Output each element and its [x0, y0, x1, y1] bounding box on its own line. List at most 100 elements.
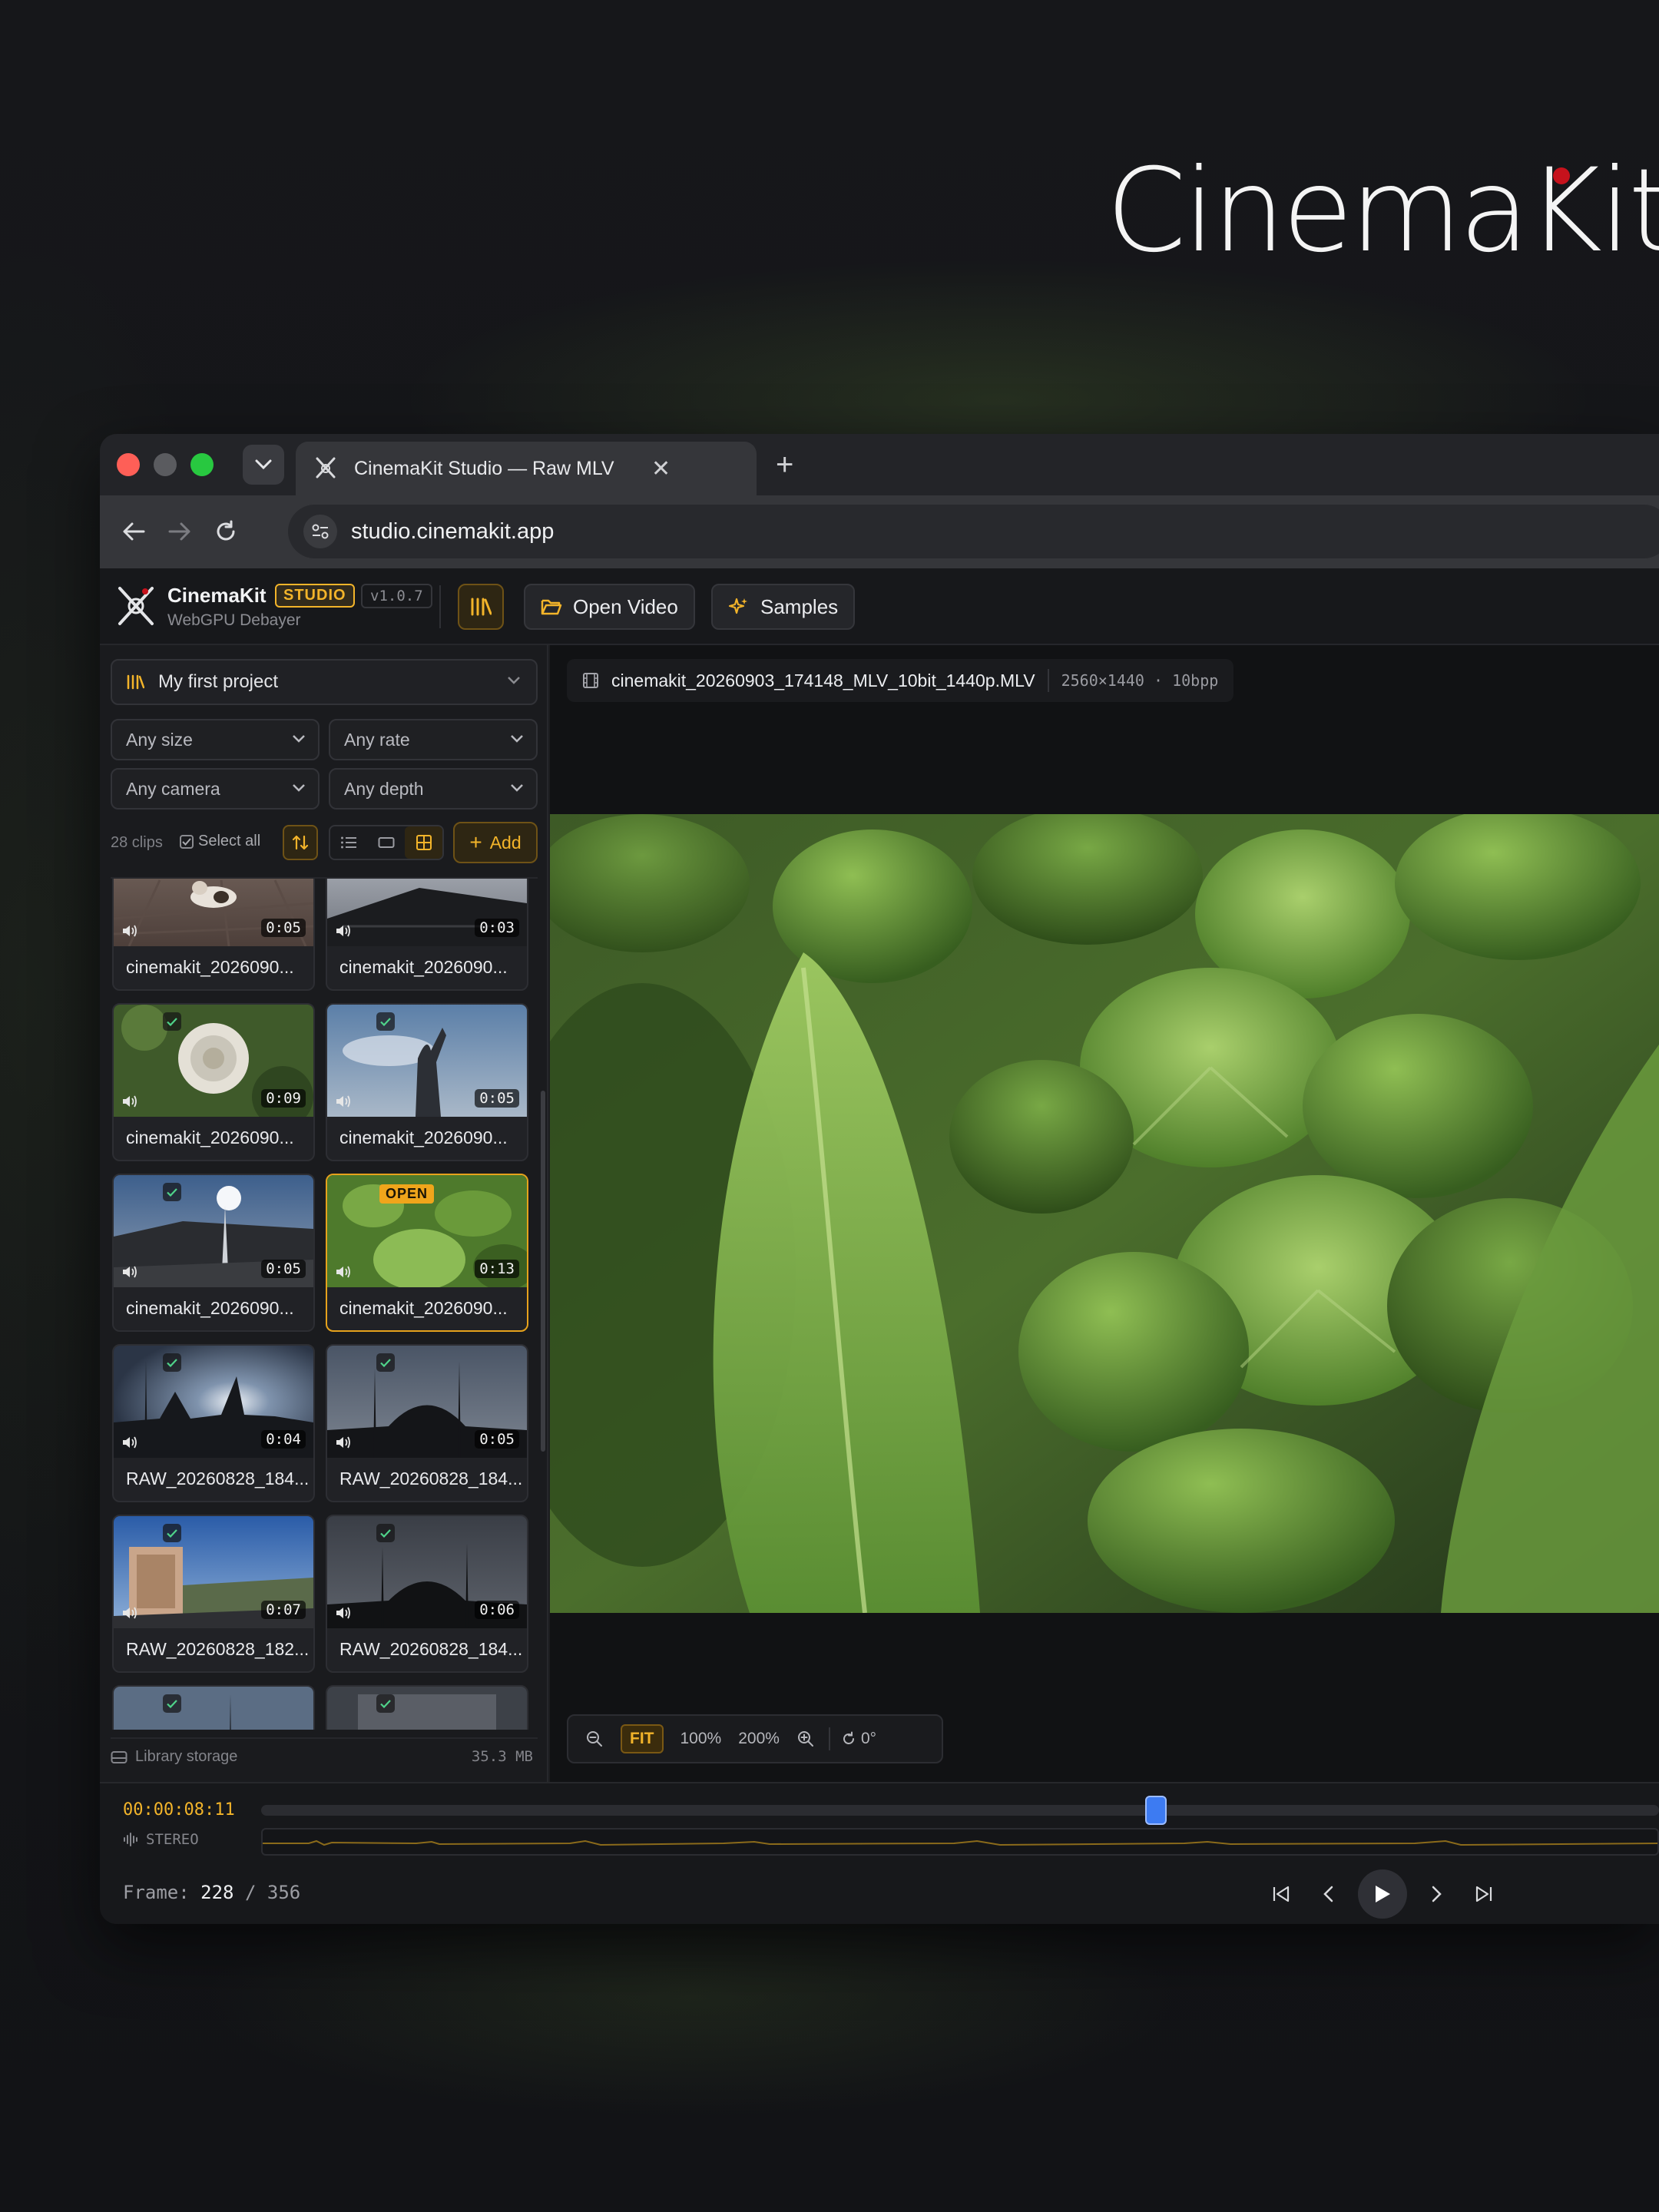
- rotate-icon: [843, 1731, 854, 1744]
- back-button[interactable]: [118, 516, 149, 547]
- clip-library-sidebar: My first project Any size Any rate Any c…: [100, 645, 548, 1782]
- rotate-button[interactable]: 0°: [841, 1730, 876, 1748]
- rate-filter-value: Any rate: [344, 729, 410, 750]
- reload-button[interactable]: [210, 516, 241, 547]
- library-button[interactable]: [458, 584, 504, 630]
- clip-card[interactable]: 0:07 RAW_20260828_182...: [112, 1515, 315, 1673]
- address-bar[interactable]: studio.cinemakit.app: [288, 505, 1659, 558]
- clip-name: cinemakit_2026090...: [126, 1128, 294, 1147]
- file-info-chip: cinemakit_20260903_174148_MLV_10bit_1440…: [567, 659, 1234, 702]
- skip-start-icon: [1273, 1886, 1290, 1902]
- clip-card[interactable]: 0:05 cinemakit_2026090...: [326, 1003, 528, 1161]
- chevron-down-icon: [508, 677, 520, 684]
- clip-selected-check-icon[interactable]: [163, 1694, 181, 1713]
- clip-selected-check-icon[interactable]: [376, 1524, 395, 1542]
- clip-selected-check-icon[interactable]: [163, 1353, 181, 1372]
- zoom-in-button[interactable]: [796, 1730, 815, 1748]
- add-label: Add: [489, 832, 522, 853]
- folder-open-icon: [541, 599, 562, 615]
- clip-card[interactable]: [326, 1685, 528, 1730]
- clip-card[interactable]: 0:03 cinemakit_2026090...: [326, 879, 528, 991]
- browser-tabbar: CinemaKit Studio — Raw MLV ✕ +: [100, 434, 1659, 495]
- clip-selected-check-icon[interactable]: [376, 1694, 395, 1713]
- minimize-window-button[interactable]: [154, 453, 177, 476]
- skip-to-start-button[interactable]: [1267, 1880, 1295, 1908]
- clip-grid-scrollbar[interactable]: [541, 1091, 545, 1452]
- zoom-out-button[interactable]: [585, 1730, 604, 1748]
- sort-button[interactable]: [283, 825, 318, 860]
- clip-selected-check-icon[interactable]: [376, 1353, 395, 1372]
- chevron-left-icon: [1323, 1886, 1333, 1902]
- storage-value: 35.3 MB: [471, 1748, 533, 1765]
- clip-selected-check-icon[interactable]: [163, 1012, 181, 1031]
- clip-selected-check-icon[interactable]: [376, 1012, 395, 1031]
- play-button[interactable]: [1358, 1869, 1407, 1919]
- clip-name: cinemakit_2026090...: [339, 957, 508, 977]
- scrub-track[interactable]: [261, 1805, 1659, 1816]
- next-frame-button[interactable]: [1422, 1880, 1450, 1908]
- project-select[interactable]: My first project: [111, 659, 538, 705]
- zoom-out-icon: [587, 1731, 602, 1747]
- samples-button[interactable]: Samples: [711, 584, 856, 630]
- clip-card-open[interactable]: OPEN 0:13 cinemakit_2026090...: [326, 1174, 528, 1332]
- clip-card[interactable]: 0:05 RAW_20260828_184...: [326, 1344, 528, 1502]
- storage-label: Library storage: [135, 1748, 238, 1765]
- single-view-button[interactable]: [368, 826, 406, 859]
- zoom-100-button[interactable]: 100%: [680, 1730, 722, 1748]
- clip-card[interactable]: 0:06 RAW_20260828_184...: [326, 1515, 528, 1673]
- clip-duration: 0:06: [475, 1601, 519, 1619]
- clip-card[interactable]: 0:04 RAW_20260828_184...: [112, 1344, 315, 1502]
- open-video-label: Open Video: [573, 594, 678, 618]
- tab-list-button[interactable]: [243, 445, 284, 485]
- speaker-icon: [336, 925, 350, 937]
- zoom-in-icon: [797, 1731, 813, 1747]
- audio-waveform: [263, 1839, 1657, 1846]
- open-video-button[interactable]: Open Video: [524, 584, 695, 630]
- clip-selected-check-icon[interactable]: [163, 1524, 181, 1542]
- speaker-icon: [123, 1436, 137, 1449]
- prev-frame-button[interactable]: [1315, 1880, 1343, 1908]
- library-icon: [127, 674, 144, 690]
- clip-card[interactable]: 0:05 cinemakit_2026090...: [112, 879, 315, 991]
- clip-card[interactable]: 0:09 cinemakit_2026090...: [112, 1003, 315, 1161]
- clip-card[interactable]: 0:05 cinemakit_2026090...: [112, 1174, 315, 1332]
- maximize-window-button[interactable]: [190, 453, 214, 476]
- arrow-right-icon: [168, 522, 190, 541]
- zoom-fit-button[interactable]: FIT: [621, 1724, 664, 1753]
- site-settings-icon[interactable]: [303, 515, 337, 548]
- app-subtitle: WebGPU Debayer: [167, 611, 301, 629]
- frame-separator: /: [244, 1882, 257, 1903]
- skip-to-end-button[interactable]: [1470, 1880, 1498, 1908]
- chevron-down-icon: [255, 459, 272, 470]
- new-tab-button[interactable]: +: [776, 448, 793, 482]
- video-viewer: cinemakit_20260903_174148_MLV_10bit_1440…: [550, 645, 1659, 1782]
- camera-filter[interactable]: Any camera: [111, 768, 320, 810]
- timeline: 00:00:08:11 STEREO Frame: 228 / 356: [100, 1782, 1659, 1924]
- video-frame[interactable]: [550, 814, 1659, 1613]
- grid-view-button[interactable]: [405, 826, 443, 859]
- depth-filter[interactable]: Any depth: [329, 768, 538, 810]
- app-header: CinemaKit STUDIO v1.0.7 WebGPU Debayer O…: [100, 568, 1659, 645]
- clip-duration: 0:05: [261, 1260, 306, 1278]
- close-window-button[interactable]: [117, 453, 140, 476]
- zoom-toolbar: FIT 100% 200% 0°: [567, 1714, 943, 1763]
- speaker-icon: [336, 1095, 350, 1108]
- clip-selected-check-icon[interactable]: [163, 1183, 181, 1201]
- close-tab-icon[interactable]: ✕: [651, 455, 671, 482]
- playhead-handle[interactable]: [1144, 1796, 1167, 1825]
- arrow-left-icon: [123, 522, 145, 541]
- audio-waveform-track[interactable]: [261, 1828, 1659, 1856]
- zoom-200-button[interactable]: 200%: [738, 1730, 780, 1748]
- forward-button[interactable]: [164, 516, 195, 547]
- speaker-icon: [123, 1095, 137, 1108]
- clip-duration: 0:07: [261, 1601, 306, 1619]
- rate-filter[interactable]: Any rate: [329, 719, 538, 760]
- size-filter[interactable]: Any size: [111, 719, 320, 760]
- select-all-checkbox[interactable]: Select all: [180, 833, 260, 850]
- browser-tab[interactable]: CinemaKit Studio — Raw MLV ✕: [296, 442, 757, 495]
- clip-duration: 0:05: [475, 1089, 519, 1108]
- clip-card[interactable]: [112, 1685, 315, 1730]
- add-clip-button[interactable]: + Add: [453, 822, 538, 863]
- list-view-button[interactable]: [330, 826, 368, 859]
- grid-icon: [416, 835, 432, 850]
